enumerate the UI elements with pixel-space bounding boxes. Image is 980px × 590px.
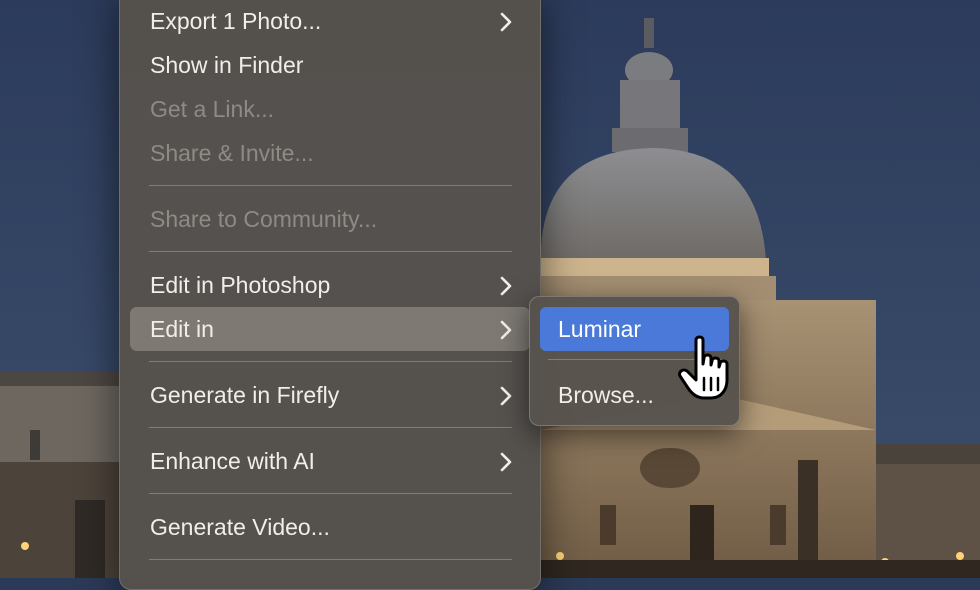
menu-item-label: Show in Finder [150,52,304,78]
menu-item-label: Edit in [150,316,214,342]
menu-item-label: Export 1 Photo... [150,8,322,34]
menu-item-edit-in-photoshop[interactable]: Edit in Photoshop [130,263,530,307]
chevron-right-icon [500,0,512,43]
menu-item-share-to-community: Share to Community... [130,197,530,241]
menu-item-show-in-finder[interactable]: Show in Finder [130,43,530,87]
menu-item-label: Get a Link... [150,96,275,122]
menu-item-label: Generate in Firefly [150,382,340,408]
menu-item-enhance-with-ai[interactable]: Enhance with AI [130,439,530,483]
menu-item-generate-video[interactable]: Generate Video... [130,505,530,549]
menu-item-generate-in-firefly[interactable]: Generate in Firefly [130,373,530,417]
menu-separator [149,493,512,494]
menu-separator [149,559,512,560]
chevron-right-icon [500,263,512,307]
menu-item-label: Enhance with AI [150,448,315,474]
submenu-item-label: Browse... [558,382,654,408]
submenu-item-label: Luminar [558,316,642,342]
menu-item-export-photo[interactable]: Export 1 Photo... [130,0,530,43]
menu-separator [149,185,512,186]
menu-item-label: Share to Community... [150,206,378,232]
menu-separator [149,427,512,428]
menu-separator [149,361,512,362]
chevron-right-icon [500,439,512,483]
chevron-right-icon [500,307,512,351]
chevron-right-icon [500,373,512,417]
context-menu: Export 1 Photo... Show in Finder Get a L… [119,0,541,590]
menu-separator [149,251,512,252]
menu-item-label: Generate Video... [150,514,330,540]
menu-item-get-link: Get a Link... [130,87,530,131]
menu-item-label: Edit in Photoshop [150,272,331,298]
menu-item-label: Share & Invite... [150,140,314,166]
menu-item-share-invite: Share & Invite... [130,131,530,175]
menu-item-edit-in[interactable]: Edit in [130,307,530,351]
pointing-hand-cursor-icon [678,335,729,400]
